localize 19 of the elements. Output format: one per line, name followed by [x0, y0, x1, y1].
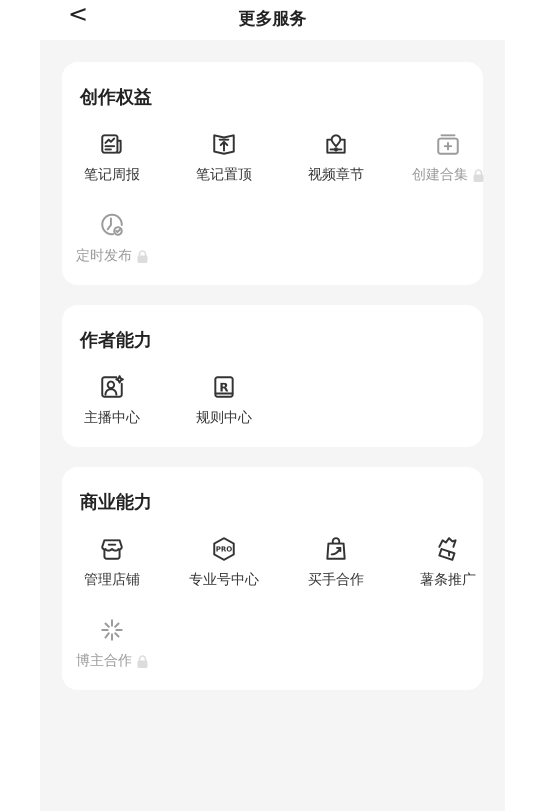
back-button[interactable]: < [68, 2, 88, 26]
service-item[interactable]: R 规则中心 [174, 374, 274, 429]
user-sparkle-icon [99, 374, 125, 400]
section-title: 创作权益 [78, 86, 153, 110]
service-item[interactable]: 笔记置顶 [174, 131, 274, 186]
sparkle-burst-icon [99, 617, 125, 643]
service-item[interactable]: 视频章节 [286, 131, 386, 186]
lock-icon [137, 250, 148, 263]
service-item[interactable]: 管理店铺 [62, 536, 162, 591]
section-title: 商业能力 [79, 491, 153, 515]
clock-check-icon [99, 212, 125, 238]
service-item[interactable]: 主播中心 [62, 374, 162, 429]
page-title: 更多服务 [238, 8, 306, 32]
service-item[interactable]: 笔记周报 [62, 131, 162, 186]
lock-icon [137, 655, 148, 668]
service-item[interactable]: 薯条推广 [398, 536, 498, 591]
lock-icon [473, 169, 484, 182]
service-item[interactable]: 买手合作 [286, 536, 386, 591]
section-title: 作者能力 [78, 329, 153, 353]
